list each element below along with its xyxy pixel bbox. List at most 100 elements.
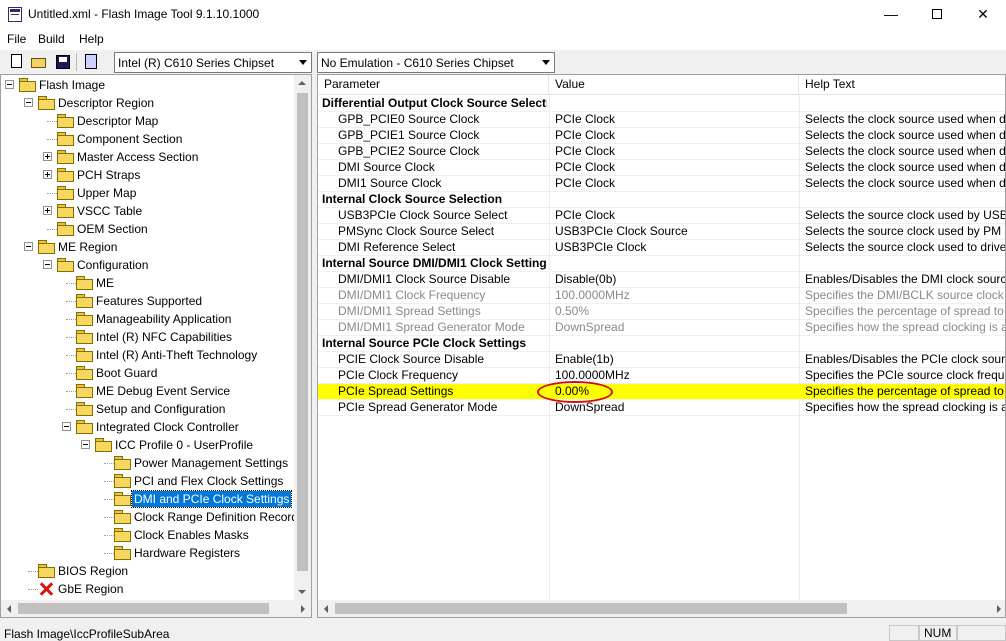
column-header-help-text[interactable]: Help Text bbox=[799, 75, 1005, 95]
tree-item[interactable]: BIOS Region bbox=[1, 562, 296, 580]
cell-value[interactable]: PCIe Clock bbox=[555, 112, 795, 128]
collapse-minus-icon[interactable] bbox=[43, 260, 52, 269]
tree-vertical-scroll-thumb[interactable] bbox=[297, 93, 308, 571]
grid-parameter-row[interactable]: PCIe Spread Settings 0.00% Specifies the p… bbox=[318, 381, 1005, 403]
scroll-up-icon[interactable] bbox=[298, 81, 306, 85]
tree-item[interactable]: Setup and Configuration bbox=[1, 400, 296, 418]
cell-value[interactable]: PCIe Clock bbox=[555, 176, 795, 192]
tree-item[interactable]: PCI and Flex Clock Settings bbox=[1, 472, 296, 490]
tree-item[interactable]: Power Management Settings bbox=[1, 454, 296, 472]
cell-value[interactable]: PCIe Clock bbox=[555, 144, 795, 160]
open-file-button[interactable] bbox=[30, 53, 48, 71]
tree-item[interactable]: Manageability Application bbox=[1, 310, 296, 328]
grid-horizontal-scroll-thumb[interactable] bbox=[335, 603, 847, 614]
expand-plus-icon[interactable] bbox=[43, 152, 52, 161]
cell-value[interactable]: Enable(1b) bbox=[555, 352, 795, 368]
grid-group-row[interactable]: Internal Source DMI/DMI1 Clock Settings bbox=[318, 256, 1005, 272]
build-image-button[interactable] bbox=[82, 53, 100, 71]
minimize-button[interactable]: — bbox=[868, 0, 914, 30]
column-header-parameter[interactable]: Parameter bbox=[318, 75, 549, 95]
tree-horizontal-scroll-thumb[interactable] bbox=[18, 603, 269, 614]
column-header-value[interactable]: Value bbox=[549, 75, 799, 95]
grid-parameter-row[interactable]: PMSync Clock Source Select USB3PCIe Clock… bbox=[318, 224, 1005, 240]
grid-parameter-row[interactable]: DMI Reference Select USB3PCIe Clock Select… bbox=[318, 240, 1005, 256]
close-button[interactable]: ✕ bbox=[960, 0, 1006, 30]
tree-item[interactable]: Master Access Section bbox=[1, 148, 296, 166]
grid-parameter-row[interactable]: PCIe Spread Generator Mode DownSpread Spec… bbox=[318, 400, 1005, 416]
scroll-left-icon[interactable] bbox=[7, 605, 11, 613]
grid-parameter-row[interactable]: DMI Source Clock PCIe Clock Selects the cl… bbox=[318, 160, 1005, 176]
collapse-minus-icon[interactable] bbox=[24, 242, 33, 251]
collapse-minus-icon[interactable] bbox=[62, 422, 71, 431]
menu-build[interactable]: Build bbox=[38, 32, 65, 46]
tree-vertical-scrollbar[interactable] bbox=[294, 75, 311, 600]
tree-item[interactable]: DMI and PCIe Clock Settings bbox=[1, 490, 296, 508]
tree-item[interactable]: Component Section bbox=[1, 130, 296, 148]
tree-item[interactable]: Integrated Clock Controller bbox=[1, 418, 296, 436]
tree-item[interactable]: Intel (R) NFC Capabilities bbox=[1, 328, 296, 346]
scroll-right-icon[interactable] bbox=[997, 605, 1001, 613]
grid-group-row[interactable]: Internal Source PCIe Clock Settings bbox=[318, 336, 1005, 352]
chipset-select[interactable]: Intel (R) C610 Series Chipset bbox=[114, 52, 312, 73]
cell-value[interactable]: Disable(0b) bbox=[555, 272, 795, 288]
cell-value[interactable]: USB3PCIe Clock Source bbox=[555, 224, 795, 240]
grid-parameter-row[interactable]: USB3PCIe Clock Source Select PCIe Clock Se… bbox=[318, 208, 1005, 224]
tree-item[interactable]: Descriptor Map bbox=[1, 112, 296, 130]
grid-parameter-row[interactable]: DMI/DMI1 Spread Settings 0.50% Specifies t… bbox=[318, 304, 1005, 320]
tree-item[interactable]: Boot Guard bbox=[1, 364, 296, 382]
scroll-down-icon[interactable] bbox=[298, 590, 306, 594]
scroll-left-icon[interactable] bbox=[324, 605, 328, 613]
new-file-button[interactable] bbox=[8, 53, 26, 71]
cell-value[interactable]: PCIe Clock bbox=[555, 208, 795, 224]
grid-parameter-row[interactable]: DMI1 Source Clock PCIe Clock Selects the c… bbox=[318, 176, 1005, 192]
region-tree[interactable]: Flash Image Descriptor Region Descriptor M… bbox=[0, 74, 312, 618]
cell-value[interactable]: DownSpread bbox=[555, 400, 795, 416]
grid-parameter-row[interactable]: DMI/DMI1 Clock Frequency 100.0000MHz Speci… bbox=[318, 288, 1005, 304]
grid-horizontal-scrollbar[interactable] bbox=[318, 600, 1005, 617]
chevron-down-icon[interactable] bbox=[295, 53, 311, 72]
chevron-down-icon[interactable] bbox=[538, 53, 554, 72]
grid-parameter-row[interactable]: PCIE Clock Source Disable Enable(1b) Enabl… bbox=[318, 352, 1005, 368]
tree-item[interactable]: GbE Region bbox=[1, 580, 296, 598]
collapse-minus-icon[interactable] bbox=[24, 98, 33, 107]
save-button[interactable] bbox=[54, 53, 72, 71]
tree-item[interactable]: Flash Image bbox=[1, 76, 296, 94]
tree-item[interactable]: OEM Section bbox=[1, 220, 296, 238]
grid-parameter-row[interactable]: DMI/DMI1 Spread Generator Mode DownSpread… bbox=[318, 320, 1005, 336]
tree-item[interactable]: Descriptor Region bbox=[1, 94, 296, 112]
menu-file[interactable]: File bbox=[7, 32, 26, 46]
tree-item[interactable]: PCH Straps bbox=[1, 166, 296, 184]
tree-item[interactable]: Upper Map bbox=[1, 184, 296, 202]
expand-plus-icon[interactable] bbox=[43, 170, 52, 179]
cell-value[interactable]: PCIe Clock bbox=[555, 160, 795, 176]
collapse-minus-icon[interactable] bbox=[81, 440, 90, 449]
grid-group-row[interactable]: Internal Clock Source Selection bbox=[318, 192, 1005, 208]
expand-plus-icon[interactable] bbox=[43, 206, 52, 215]
tree-item[interactable]: Hardware Registers bbox=[1, 544, 296, 562]
tree-item[interactable]: Configuration bbox=[1, 256, 296, 274]
grid-group-row[interactable]: Differential Output Clock Source Selecti… bbox=[318, 96, 1005, 112]
cell-value[interactable]: PCIe Clock bbox=[555, 128, 795, 144]
tree-item[interactable]: ME Debug Event Service bbox=[1, 382, 296, 400]
tree-item[interactable]: VSCC Table bbox=[1, 202, 296, 220]
tree-item[interactable]: Intel (R) Anti-Theft Technology bbox=[1, 346, 296, 364]
collapse-minus-icon[interactable] bbox=[5, 80, 14, 89]
cell-value[interactable]: USB3PCIe Clock bbox=[555, 240, 795, 256]
tree-item[interactable]: Clock Range Definition Records bbox=[1, 508, 304, 526]
grid-parameter-row[interactable]: GPB_PCIE0 Source Clock PCIe Clock Selects … bbox=[318, 112, 1005, 128]
tree-item[interactable]: ICC Profile 0 - UserProfile bbox=[1, 436, 296, 454]
grid-parameter-row[interactable]: PCIe Clock Frequency 100.0000MHz Specifies… bbox=[318, 368, 1005, 384]
grid-parameter-row[interactable]: GPB_PCIE1 Source Clock PCIe Clock Selects … bbox=[318, 128, 1005, 144]
menu-help[interactable]: Help bbox=[79, 32, 104, 46]
cell-parameter: GPB_PCIE2 Source Clock bbox=[338, 144, 480, 158]
tree-item[interactable]: Clock Enables Masks bbox=[1, 526, 296, 544]
grid-parameter-row[interactable]: DMI/DMI1 Clock Source Disable Disable(0b)… bbox=[318, 272, 1005, 288]
scroll-right-icon[interactable] bbox=[301, 605, 305, 613]
tree-item[interactable]: ME bbox=[1, 274, 296, 292]
emulation-select[interactable]: No Emulation - C610 Series Chipset bbox=[317, 52, 555, 73]
tree-item[interactable]: Features Supported bbox=[1, 292, 296, 310]
tree-horizontal-scrollbar[interactable] bbox=[1, 600, 311, 617]
grid-parameter-row[interactable]: GPB_PCIE2 Source Clock PCIe Clock Selects … bbox=[318, 144, 1005, 160]
maximize-button[interactable] bbox=[914, 0, 960, 30]
tree-item[interactable]: ME Region bbox=[1, 238, 296, 256]
